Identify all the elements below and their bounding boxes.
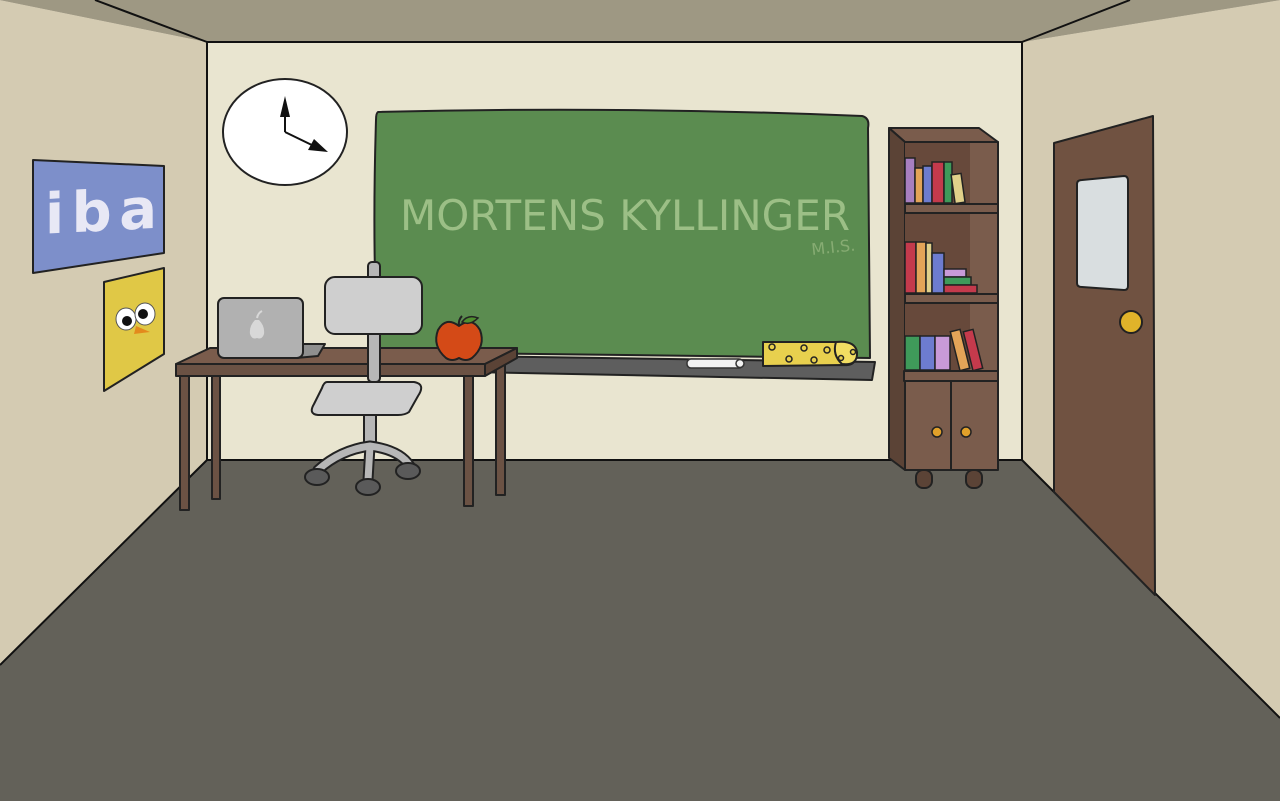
- wall-clock[interactable]: [222, 78, 348, 186]
- door-knob-icon[interactable]: [1119, 310, 1143, 334]
- cabinet-knob-right[interactable]: [960, 426, 972, 438]
- blackboard-title: MORTENS KYLLINGER: [400, 191, 852, 240]
- chalk-icon[interactable]: [686, 358, 745, 369]
- books-bottom[interactable]: [904, 328, 984, 372]
- cabinet-knob-left[interactable]: [931, 426, 943, 438]
- cheese-icon[interactable]: [762, 340, 859, 367]
- classroom-scene: MORTENS KYLLINGER M.I.S. iba: [0, 0, 1280, 801]
- iba-poster[interactable]: iba: [32, 159, 165, 274]
- bookshelf[interactable]: [888, 127, 999, 489]
- iba-poster-logo: iba: [45, 177, 157, 248]
